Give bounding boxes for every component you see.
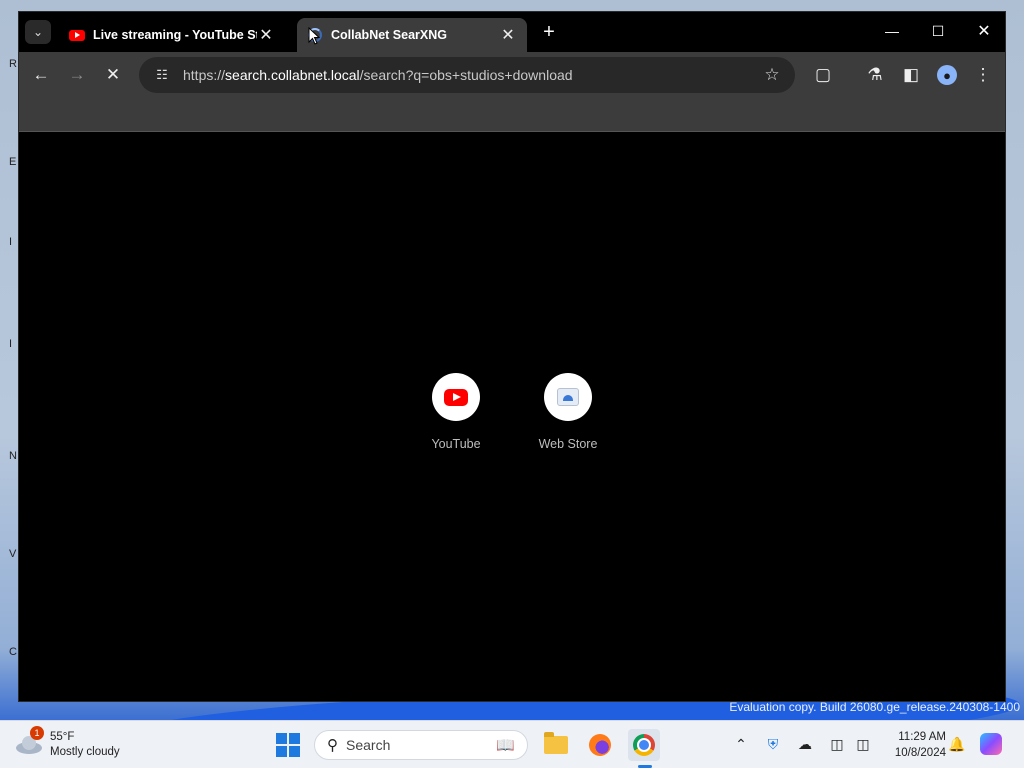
desktop-label[interactable]: I [9, 236, 12, 248]
desktop-label[interactable]: R [9, 58, 17, 70]
arrow-left-icon: ← [32, 65, 50, 84]
search-icon: ⚲ [327, 737, 338, 754]
browser-window: ⌄ Live streaming - YouTube Studio ✕ Coll… [18, 11, 1006, 702]
extensions-button[interactable]: ▢ [809, 61, 837, 89]
weather-temperature: 55°F [50, 731, 75, 743]
notification-badge: 1 [30, 726, 44, 740]
taskbar-firefox[interactable] [584, 729, 616, 761]
minimize-button[interactable]: — [869, 18, 915, 44]
new-tab-button[interactable]: + [537, 20, 561, 44]
arrow-right-icon: → [68, 65, 86, 84]
close-icon: ✕ [977, 23, 991, 40]
taskbar-search-box[interactable]: ⚲ Search 📖 [314, 730, 528, 760]
tab-strip: ⌄ Live streaming - YouTube Studio ✕ Coll… [19, 12, 1005, 52]
desktop-label[interactable]: V [9, 548, 16, 560]
youtube-icon [444, 388, 468, 406]
close-tab-icon[interactable]: ✕ [499, 26, 517, 44]
weather-widget[interactable]: 1 55°F Mostly cloudy [14, 726, 164, 763]
desktop-label[interactable]: I [9, 338, 12, 350]
mouse-cursor-icon [308, 27, 320, 45]
maximize-icon: ☐ [931, 22, 945, 39]
firefox-icon [589, 734, 611, 756]
weather-description: Mostly cloudy [50, 746, 120, 758]
shortcut-label: Web Store [538, 437, 598, 451]
network-tray-icon[interactable]: ◫ [826, 733, 848, 755]
bookmarks-bar [19, 98, 1005, 132]
search-highlight-icon: 📖 [496, 737, 515, 754]
chevron-down-icon: ⌄ [32, 25, 44, 39]
site-settings-icon[interactable]: ☷ [151, 64, 173, 86]
bell-icon: 🔔 [948, 735, 966, 752]
notifications-button[interactable]: 🔔 [946, 733, 968, 755]
desktop-label[interactable]: N [9, 450, 17, 462]
desktop-label[interactable]: C [9, 646, 17, 658]
address-bar[interactable]: ☷ https://search.collabnet.local/search?… [139, 57, 795, 93]
volume-tray-icon[interactable]: ◫ [852, 733, 874, 755]
cloud-icon: 1 [14, 726, 44, 756]
maximize-button[interactable]: ☐ [915, 18, 961, 44]
plus-icon: + [543, 20, 555, 43]
url-scheme: https:// [183, 67, 226, 83]
puzzle-icon: ▢ [814, 65, 832, 84]
taskbar: 1 55°F Mostly cloudy ⚲ Search 📖 ⌃ ⛨ ☁ ◫ … [0, 720, 1024, 768]
taskbar-chrome[interactable] [628, 729, 660, 761]
profile-button[interactable]: ● [933, 61, 961, 89]
youtube-icon [69, 27, 85, 43]
shortcut-tile[interactable] [544, 373, 592, 421]
side-panel-icon: ◧ [902, 65, 920, 84]
chrome-icon [633, 734, 655, 756]
tab-youtube-studio[interactable]: Live streaming - YouTube Studio ✕ [59, 18, 285, 52]
evaluation-watermark: Evaluation copy. Build 26080.ge_release.… [729, 700, 1020, 714]
web-store-icon [557, 388, 579, 406]
folder-icon [544, 732, 568, 754]
url-path: /search?q=obs+studios+download [359, 67, 573, 83]
defender-tray-icon[interactable]: ⛨ [762, 733, 784, 755]
tab-title: CollabNet SearXNG [331, 28, 448, 42]
flask-icon: ⚗ [867, 65, 883, 84]
shortcut-youtube[interactable]: YouTube [411, 373, 501, 451]
shortcut-label: YouTube [431, 437, 481, 451]
browser-toolbar: ← → ✕ ☷ https://search.collabnet.local/s… [19, 52, 1005, 98]
tab-searxng[interactable]: CollabNet SearXNG ✕ [297, 18, 527, 52]
stop-loading-button[interactable]: ✕ [99, 61, 127, 89]
cloud-off-icon: ☁ [798, 735, 812, 752]
url-host: search.collabnet.local [225, 67, 360, 83]
clock-date: 10/8/2024 [894, 747, 946, 759]
tab-title: Live streaming - YouTube Studio [93, 28, 257, 42]
labs-button[interactable]: ⚗ [861, 61, 889, 89]
system-clock[interactable]: 11:29 AM 10/8/2024 [880, 729, 946, 761]
chevron-up-icon: ⌃ [735, 735, 747, 752]
side-panel-button[interactable]: ◧ [897, 61, 925, 89]
copilot-icon [980, 733, 1002, 755]
url-text[interactable]: https://search.collabnet.local/search?q=… [183, 67, 761, 83]
start-button[interactable] [272, 729, 304, 761]
show-hidden-icons-button[interactable]: ⌃ [730, 733, 752, 755]
back-button[interactable]: ← [27, 61, 55, 89]
more-vertical-icon: ⋮ [974, 65, 992, 84]
speaker-muted-icon: ◫ [856, 735, 870, 752]
shortcut-tile[interactable] [432, 373, 480, 421]
search-placeholder: Search [346, 737, 391, 753]
desktop-label[interactable]: E [9, 156, 16, 168]
onedrive-tray-icon[interactable]: ☁ [794, 733, 816, 755]
new-tab-page: YouTube Web Store [19, 133, 1005, 701]
forward-button[interactable]: → [63, 61, 91, 89]
close-icon: ✕ [105, 65, 121, 84]
bookmark-star-icon[interactable]: ☆ [761, 64, 783, 86]
avatar-icon: ● [937, 65, 957, 85]
menu-button[interactable]: ⋮ [969, 61, 997, 89]
monitor-icon: ◫ [830, 735, 844, 752]
shield-icon: ⛨ [767, 735, 779, 752]
tab-search-button[interactable]: ⌄ [25, 20, 51, 44]
taskbar-file-explorer[interactable] [540, 729, 572, 761]
close-window-button[interactable]: ✕ [961, 18, 1005, 44]
shortcut-web-store[interactable]: Web Store [523, 373, 613, 451]
close-tab-icon[interactable]: ✕ [257, 26, 275, 44]
copilot-button[interactable] [980, 733, 1002, 755]
windows-logo-icon [276, 733, 300, 757]
minimize-icon: — [885, 23, 899, 39]
clock-time: 11:29 AM [898, 731, 946, 743]
